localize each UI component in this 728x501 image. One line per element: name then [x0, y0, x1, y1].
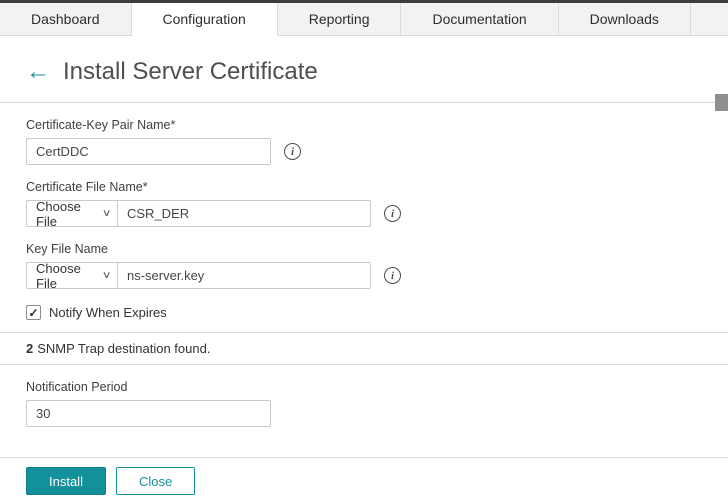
notify-when-expires-checkbox[interactable]: ✓	[26, 305, 41, 320]
install-button[interactable]: Install	[26, 467, 106, 495]
tab-downloads[interactable]: Downloads	[559, 3, 691, 36]
snmp-trap-count: 2	[26, 341, 33, 356]
notify-when-expires-row: ✓ Notify When Expires	[26, 305, 728, 320]
chevron-down-icon: ∨	[101, 270, 111, 281]
scrollbar-thumb[interactable]	[715, 94, 728, 111]
certificate-form: Certificate-Key Pair Name* i Certificate…	[0, 118, 728, 320]
back-arrow-icon[interactable]: ←	[26, 60, 50, 84]
choose-file-label: Choose File	[36, 199, 103, 229]
certificate-file-name-input[interactable]	[117, 200, 371, 227]
notification-period-input[interactable]	[26, 400, 271, 427]
chevron-down-icon: ∨	[101, 208, 111, 219]
snmp-trap-message: SNMP Trap destination found.	[37, 341, 210, 356]
action-bar: Install Close	[0, 457, 728, 501]
close-button[interactable]: Close	[116, 467, 195, 495]
cert-key-pair-name-label: Certificate-Key Pair Name*	[26, 118, 728, 132]
tab-documentation[interactable]: Documentation	[401, 3, 558, 36]
info-icon[interactable]: i	[384, 205, 401, 222]
choose-file-label: Choose File	[36, 261, 103, 291]
key-file-choose-dropdown[interactable]: Choose File ∨	[26, 262, 118, 289]
tab-configuration[interactable]: Configuration	[132, 3, 278, 36]
tabbar-filler	[691, 3, 728, 36]
snmp-trap-notice: 2 SNMP Trap destination found.	[0, 332, 728, 365]
notify-when-expires-label: Notify When Expires	[49, 305, 167, 320]
tab-dashboard[interactable]: Dashboard	[0, 3, 132, 36]
key-file-name-input[interactable]	[117, 262, 371, 289]
cert-key-pair-name-input[interactable]	[26, 138, 271, 165]
certificate-file-name-label: Certificate File Name*	[26, 180, 728, 194]
tab-reporting[interactable]: Reporting	[278, 3, 402, 36]
info-icon[interactable]: i	[284, 143, 301, 160]
notification-period-label: Notification Period	[26, 380, 728, 394]
page-title: Install Server Certificate	[63, 58, 318, 86]
key-file-name-label: Key File Name	[26, 242, 728, 256]
install-server-certificate-page: Dashboard Configuration Reporting Docume…	[0, 0, 728, 501]
certificate-file-choose-dropdown[interactable]: Choose File ∨	[26, 200, 118, 227]
page-header: ← Install Server Certificate	[0, 36, 728, 102]
info-icon[interactable]: i	[384, 267, 401, 284]
notification-period-section: Notification Period	[0, 380, 728, 427]
top-nav: Dashboard Configuration Reporting Docume…	[0, 0, 728, 36]
header-divider	[0, 102, 728, 103]
